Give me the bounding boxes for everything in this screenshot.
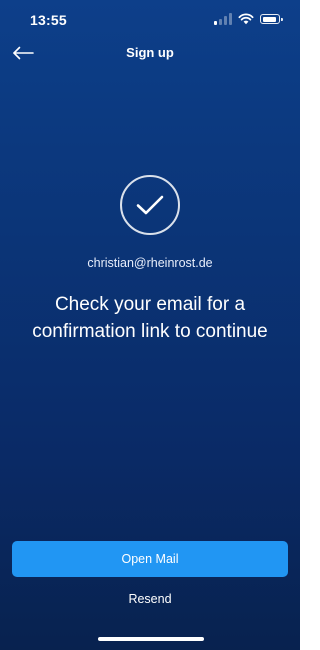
battery-icon	[260, 14, 283, 24]
page-title: Sign up	[126, 45, 174, 60]
confirmation-message: Check your email for a confirmation link…	[32, 294, 268, 342]
checkmark-circle-icon	[120, 175, 180, 235]
status-time: 13:55	[30, 12, 67, 28]
email-address: christian@rheinrost.de	[87, 256, 213, 270]
resend-link[interactable]: Resend	[0, 592, 300, 606]
checkmark-icon	[136, 195, 164, 215]
open-mail-button[interactable]: Open Mail	[12, 541, 288, 577]
cellular-signal-icon	[214, 13, 232, 25]
home-indicator[interactable]	[98, 637, 204, 641]
sign-up-confirmation-screen: 13:55 Sign up christian@rheinrost.de Che…	[0, 0, 300, 650]
status-bar: 13:55	[0, 0, 300, 40]
wifi-icon	[238, 13, 254, 25]
status-icons	[214, 13, 283, 25]
